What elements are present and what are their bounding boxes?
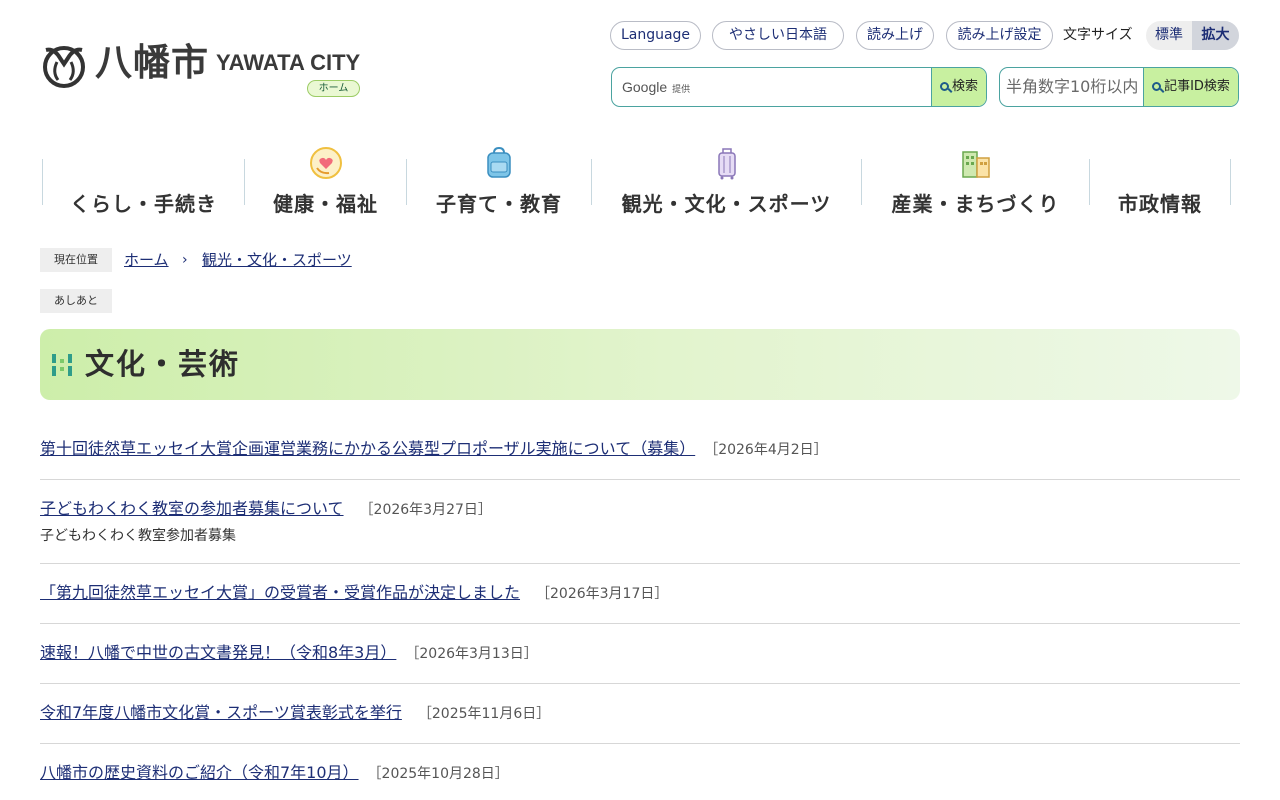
news-description: 子どもわくわく教室参加者募集 bbox=[40, 528, 236, 544]
logo-text-en: YAWATA CITY bbox=[216, 50, 361, 75]
search-button-label: 検索 bbox=[951, 79, 978, 94]
site-search: Google 提供 検索 bbox=[611, 67, 987, 107]
font-size-toggle: 標準 拡大 bbox=[1146, 21, 1239, 50]
news-date: ［2025年10月28日］ bbox=[374, 766, 509, 782]
nav-label: 健康・福祉 bbox=[273, 192, 378, 216]
news-link[interactable]: 「第九回徒然草エッセイ大賞」の受賞者・受賞作品が決定しました bbox=[40, 583, 520, 602]
easy-japanese-button[interactable]: やさしい日本語 bbox=[712, 21, 844, 50]
news-date: ［2026年3月13日］ bbox=[412, 646, 538, 662]
heart-hand-icon bbox=[309, 147, 342, 179]
list-item: 速報！八幡で中世の古文書発見！（令和8年3月） ［2026年3月13日］ bbox=[40, 624, 1240, 684]
search-icon bbox=[939, 82, 949, 91]
nav-label: 産業・まちづくり bbox=[891, 192, 1060, 216]
nav-item-kurashi[interactable]: くらし・手続き bbox=[43, 140, 244, 220]
news-link[interactable]: 速報！八幡で中世の古文書発見！（令和8年3月） bbox=[40, 643, 396, 662]
logo-text-jp: 八幡市 bbox=[95, 41, 209, 84]
page-title-banner: 文化・芸術 bbox=[40, 329, 1240, 400]
global-nav: くらし・手続き 健康・福祉 子育て・教育 観光・文化・スポーツ 産業・まちづくり… bbox=[40, 140, 1240, 220]
buildings-icon bbox=[961, 151, 990, 178]
news-date: ［2026年4月2日］ bbox=[711, 442, 828, 458]
search-brand-sub: 提供 bbox=[672, 84, 691, 94]
news-date: ［2026年3月17日］ bbox=[536, 586, 669, 602]
font-size-label: 文字サイズ bbox=[1063, 27, 1133, 43]
nav-label: 子育て・教育 bbox=[436, 192, 562, 216]
breadcrumb-home-link[interactable]: ホーム bbox=[124, 250, 169, 270]
article-id-input[interactable]: 半角数字10桁以内 bbox=[1006, 68, 1138, 106]
article-id-search: 半角数字10桁以内 記事ID検索 bbox=[999, 67, 1239, 107]
list-item: 八幡市の歴史資料のご紹介（令和7年10月） ［2025年10月28日］ bbox=[40, 744, 1240, 800]
breadcrumb-category-link[interactable]: 観光・文化・スポーツ bbox=[202, 250, 352, 270]
news-link[interactable]: 令和7年度八幡市文化賞・スポーツ賞表彰式を挙行 bbox=[40, 703, 402, 722]
nav-divider bbox=[1230, 159, 1231, 205]
news-link[interactable]: 第十回徒然草エッセイ大賞企画運営業務にかかる公募型プロポーザル実施について（募集… bbox=[40, 439, 695, 458]
article-id-search-label: 記事ID検索 bbox=[1164, 79, 1230, 94]
article-id-search-button[interactable]: 記事ID検索 bbox=[1143, 68, 1238, 106]
city-emblem-icon bbox=[43, 46, 85, 88]
list-item: 「第九回徒然草エッセイ大賞」の受賞者・受賞作品が決定しました ［2026年3月17… bbox=[40, 564, 1240, 624]
backpack-icon bbox=[487, 146, 511, 178]
suitcase-icon bbox=[717, 148, 736, 180]
news-date: ［2026年3月27日］ bbox=[359, 502, 492, 518]
font-standard-button[interactable]: 標準 bbox=[1146, 21, 1192, 50]
nav-item-kenko[interactable]: 健康・福祉 bbox=[245, 140, 406, 220]
nav-item-shisei[interactable]: 市政情報 bbox=[1090, 140, 1230, 220]
site-logo[interactable]: 八幡市 YAWATA CITY ホーム bbox=[40, 38, 370, 98]
nav-label: 市政情報 bbox=[1118, 192, 1202, 216]
home-pill[interactable]: ホーム bbox=[307, 80, 360, 97]
search-button[interactable]: 検索 bbox=[931, 68, 986, 106]
nav-item-kosodate[interactable]: 子育て・教育 bbox=[407, 140, 591, 220]
read-aloud-button[interactable]: 読み上げ bbox=[856, 21, 934, 50]
nav-label: くらし・手続き bbox=[70, 192, 217, 216]
search-input[interactable]: Google 提供 bbox=[622, 68, 690, 106]
title-marker-icon bbox=[52, 354, 72, 376]
breadcrumb-tag: 現在位置 bbox=[40, 248, 112, 272]
chevron-right-icon: › bbox=[182, 252, 188, 268]
font-large-button[interactable]: 拡大 bbox=[1192, 21, 1239, 50]
nav-label: 観光・文化・スポーツ bbox=[621, 192, 832, 216]
read-settings-button[interactable]: 読み上げ設定 bbox=[946, 21, 1053, 50]
page-title: 文化・芸術 bbox=[85, 347, 241, 381]
list-item: 令和7年度八幡市文化賞・スポーツ賞表彰式を挙行 ［2025年11月6日］ bbox=[40, 684, 1240, 744]
nav-item-sangyo[interactable]: 産業・まちづくり bbox=[862, 140, 1089, 220]
news-date: ［2025年11月6日］ bbox=[417, 706, 551, 722]
ashiato-tag: あしあと bbox=[40, 289, 112, 313]
search-brand: Google bbox=[622, 79, 668, 95]
search-icon bbox=[1152, 82, 1162, 91]
news-link[interactable]: 子どもわくわく教室の参加者募集について bbox=[40, 499, 344, 518]
language-button[interactable]: Language bbox=[610, 21, 701, 50]
list-item: 第十回徒然草エッセイ大賞企画運営業務にかかる公募型プロポーザル実施について（募集… bbox=[40, 420, 1240, 480]
news-list: 第十回徒然草エッセイ大賞企画運営業務にかかる公募型プロポーザル実施について（募集… bbox=[40, 420, 1240, 800]
nav-item-kanko[interactable]: 観光・文化・スポーツ bbox=[592, 140, 861, 220]
list-item: 子どもわくわく教室の参加者募集について ［2026年3月27日］ 子どもわくわく教… bbox=[40, 480, 1240, 564]
news-link[interactable]: 八幡市の歴史資料のご紹介（令和7年10月） bbox=[40, 763, 359, 782]
